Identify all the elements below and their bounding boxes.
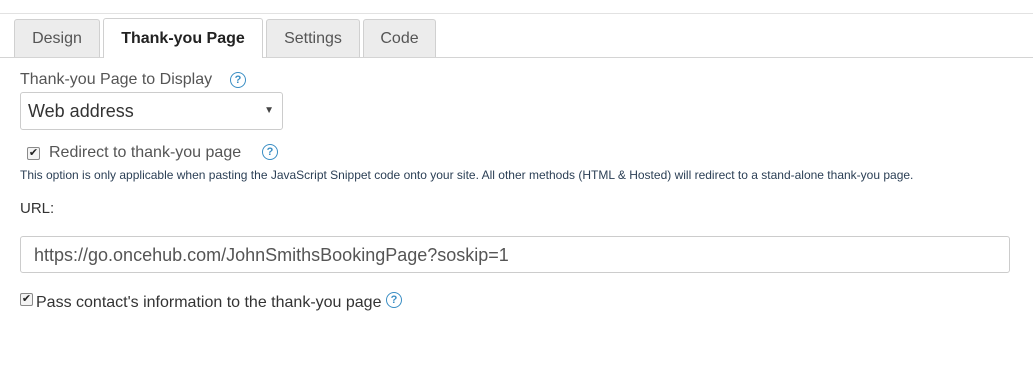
tab-thank-you-page[interactable]: Thank-you Page bbox=[103, 18, 263, 58]
thank-you-display-select[interactable]: Web address ▼ bbox=[20, 92, 283, 130]
redirect-checkbox[interactable]: ✔ bbox=[27, 147, 40, 160]
redirect-note: This option is only applicable when past… bbox=[20, 168, 914, 182]
tab-bar: Design Thank-you Page Settings Code bbox=[0, 18, 1033, 58]
url-input[interactable]: https://go.oncehub.com/JohnSmithsBooking… bbox=[20, 236, 1010, 273]
pass-contact-checkbox[interactable]: ✔ bbox=[20, 293, 33, 306]
top-divider bbox=[0, 13, 1033, 14]
help-icon[interactable]: ? bbox=[230, 72, 246, 88]
url-label: URL: bbox=[20, 200, 55, 217]
chevron-down-icon: ▼ bbox=[264, 105, 274, 116]
tab-design[interactable]: Design bbox=[14, 19, 100, 57]
url-input-value: https://go.oncehub.com/JohnSmithsBooking… bbox=[34, 245, 509, 265]
thank-you-display-selected-value: Web address bbox=[28, 101, 134, 121]
help-icon[interactable]: ? bbox=[386, 292, 402, 308]
help-icon[interactable]: ? bbox=[262, 144, 278, 160]
tab-code[interactable]: Code bbox=[363, 19, 436, 57]
redirect-label: Redirect to thank-you page bbox=[49, 144, 242, 161]
tab-settings[interactable]: Settings bbox=[266, 19, 360, 57]
pass-contact-label: Pass contact's information to the thank-… bbox=[36, 294, 382, 311]
thank-you-display-label: Thank-you Page to Display bbox=[20, 71, 213, 88]
